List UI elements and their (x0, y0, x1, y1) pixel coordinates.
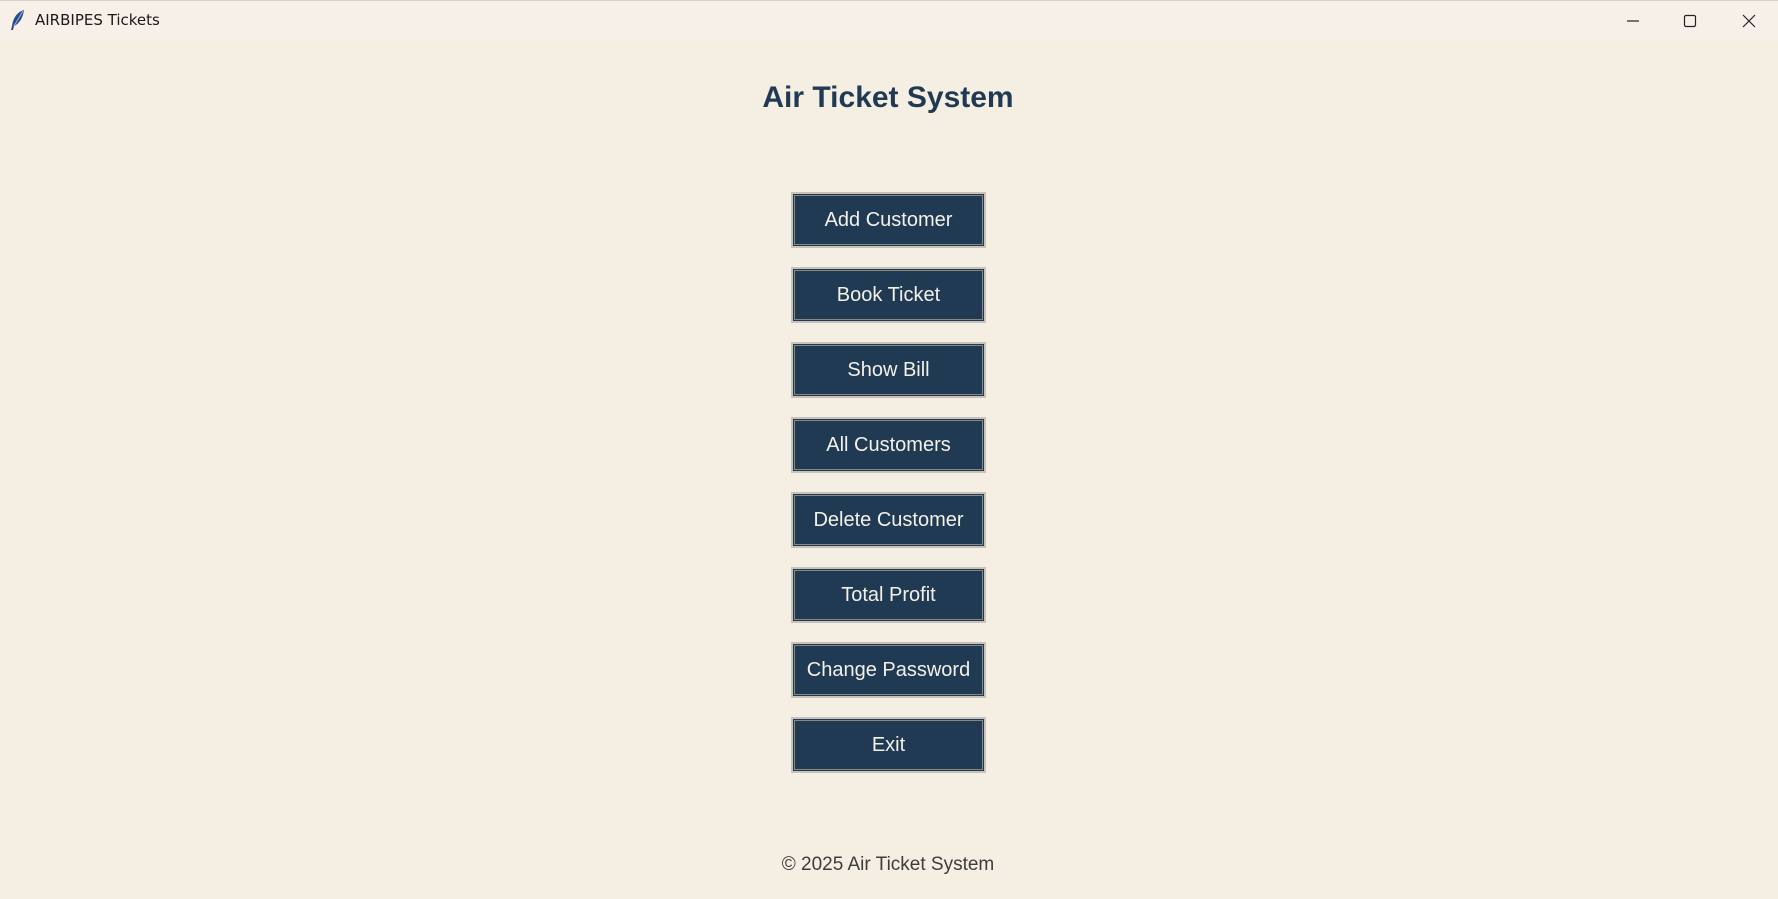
feather-icon (9, 9, 27, 31)
minimize-icon (1626, 14, 1640, 28)
book-ticket-button[interactable]: Book Ticket (791, 267, 986, 323)
window-title: AIRBIPES Tickets (35, 11, 160, 29)
minimize-button[interactable] (1604, 1, 1662, 40)
close-button[interactable] (1720, 1, 1778, 40)
app-window: AIRBIPES Tickets Air Ticket System Add C… (0, 0, 1778, 899)
page-title: Air Ticket System (762, 81, 1014, 114)
footer-copyright: © 2025 Air Ticket System (781, 854, 995, 875)
maximize-icon (1683, 14, 1697, 28)
close-icon (1742, 14, 1756, 28)
exit-button[interactable]: Exit (791, 717, 986, 773)
main-menu: Add Customer Book Ticket Show Bill All C… (791, 192, 986, 792)
all-customers-button[interactable]: All Customers (791, 417, 986, 473)
total-profit-button[interactable]: Total Profit (791, 567, 986, 623)
delete-customer-button[interactable]: Delete Customer (791, 492, 986, 548)
maximize-button[interactable] (1661, 1, 1719, 40)
add-customer-button[interactable]: Add Customer (791, 192, 986, 248)
main-content: Air Ticket System Add Customer Book Tick… (0, 39, 1778, 899)
title-bar[interactable]: AIRBIPES Tickets (0, 0, 1778, 39)
show-bill-button[interactable]: Show Bill (791, 342, 986, 398)
change-password-button[interactable]: Change Password (791, 642, 986, 698)
